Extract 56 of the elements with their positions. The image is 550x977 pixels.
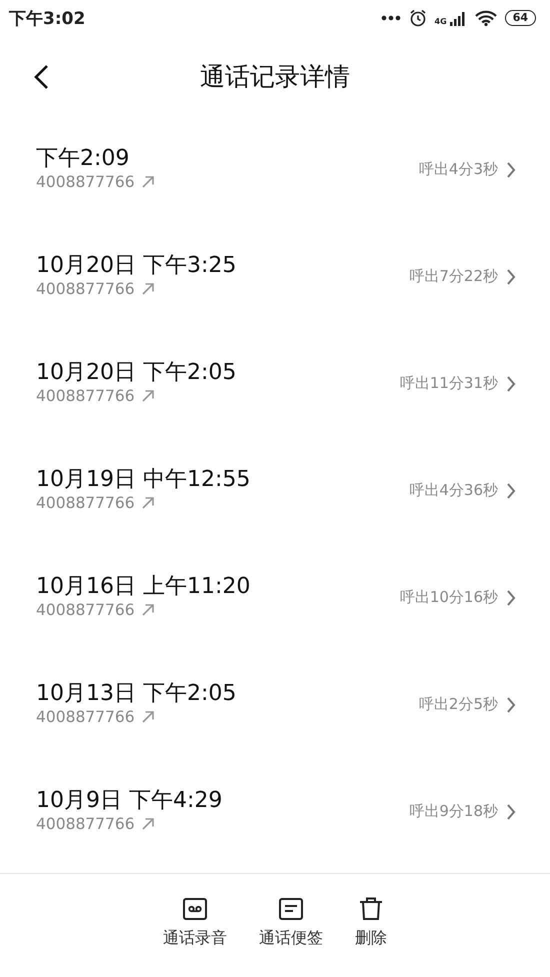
signal-icon <box>448 10 467 26</box>
cassette-icon <box>182 896 208 922</box>
outgoing-arrow-icon <box>140 816 155 830</box>
call-time: 10月20日 下午3:25 <box>36 252 238 280</box>
call-duration: 呼出2分5秒 <box>418 695 498 714</box>
call-duration: 呼出11分31秒 <box>400 374 498 393</box>
chevron-right-icon <box>506 268 516 286</box>
chevron-right-icon <box>506 482 516 500</box>
toolbar-button[interactable]: 通话录音 <box>157 896 233 956</box>
call-record-row[interactable]: 10月20日 下午3:25 4008877766 呼出7分22秒 <box>0 227 550 334</box>
call-record-row[interactable]: 10月13日 下午2:05 4008877766 呼出2分5秒 <box>0 655 550 762</box>
call-duration: 呼出7分22秒 <box>409 267 498 286</box>
call-record-row[interactable]: 10月20日 下午2:05 4008877766 呼出11分31秒 <box>0 334 550 441</box>
phone-number: 4008877766 <box>36 494 135 512</box>
call-time: 10月9日 下午4:29 <box>36 786 224 814</box>
page-title: 通话记录详情 <box>200 60 350 92</box>
phone-number: 4008877766 <box>36 814 135 832</box>
trash-icon <box>358 896 384 922</box>
wifi-icon <box>474 10 497 26</box>
call-time: 10月16日 上午11:20 <box>36 572 252 600</box>
network-type: 4G <box>434 17 447 26</box>
outgoing-arrow-icon <box>140 174 155 188</box>
phone-number: 4008877766 <box>36 280 135 298</box>
more-icon <box>380 15 401 21</box>
chevron-right-icon <box>506 696 516 714</box>
alarm-icon <box>408 9 427 27</box>
call-time: 下午2:09 <box>36 144 130 172</box>
phone-number: 4008877766 <box>36 708 135 726</box>
toolbar-button[interactable]: 删除 <box>349 896 393 956</box>
chevron-right-icon <box>506 374 516 392</box>
phone-number: 4008877766 <box>36 600 135 618</box>
call-record-row[interactable]: 10月16日 上午11:20 4008877766 呼出10分16秒 <box>0 548 550 655</box>
call-record-row[interactable]: 10月19日 中午12:55 4008877766 呼出4分36秒 <box>0 441 550 548</box>
call-record-row[interactable]: 10月9日 下午4:29 4008877766 呼出9分18秒 <box>0 762 550 869</box>
call-time: 10月19日 中午12:55 <box>36 466 252 494</box>
outgoing-arrow-icon <box>140 282 155 296</box>
call-duration: 呼出4分3秒 <box>418 160 498 179</box>
call-time: 10月20日 下午2:05 <box>36 358 238 386</box>
outgoing-arrow-icon <box>140 710 155 724</box>
phone-number: 4008877766 <box>36 386 135 404</box>
outgoing-arrow-icon <box>140 496 155 510</box>
toolbar-button[interactable]: 通话便签 <box>253 896 329 956</box>
call-duration: 呼出4分36秒 <box>409 481 498 500</box>
phone-number: 4008877766 <box>36 172 135 190</box>
chevron-right-icon <box>506 588 516 606</box>
note-icon <box>278 896 304 922</box>
call-time: 10月13日 下午2:05 <box>36 680 238 708</box>
call-record-row[interactable]: 下午2:09 4008877766 呼出4分3秒 <box>0 120 550 227</box>
chevron-right-icon <box>506 802 516 820</box>
battery-indicator: 64 <box>504 10 536 26</box>
chevron-right-icon <box>506 160 516 178</box>
call-duration: 呼出10分16秒 <box>400 588 498 607</box>
outgoing-arrow-icon <box>140 602 155 616</box>
outgoing-arrow-icon <box>140 388 155 402</box>
call-duration: 呼出9分18秒 <box>409 802 498 821</box>
status-time: 下午3:02 <box>9 8 86 30</box>
